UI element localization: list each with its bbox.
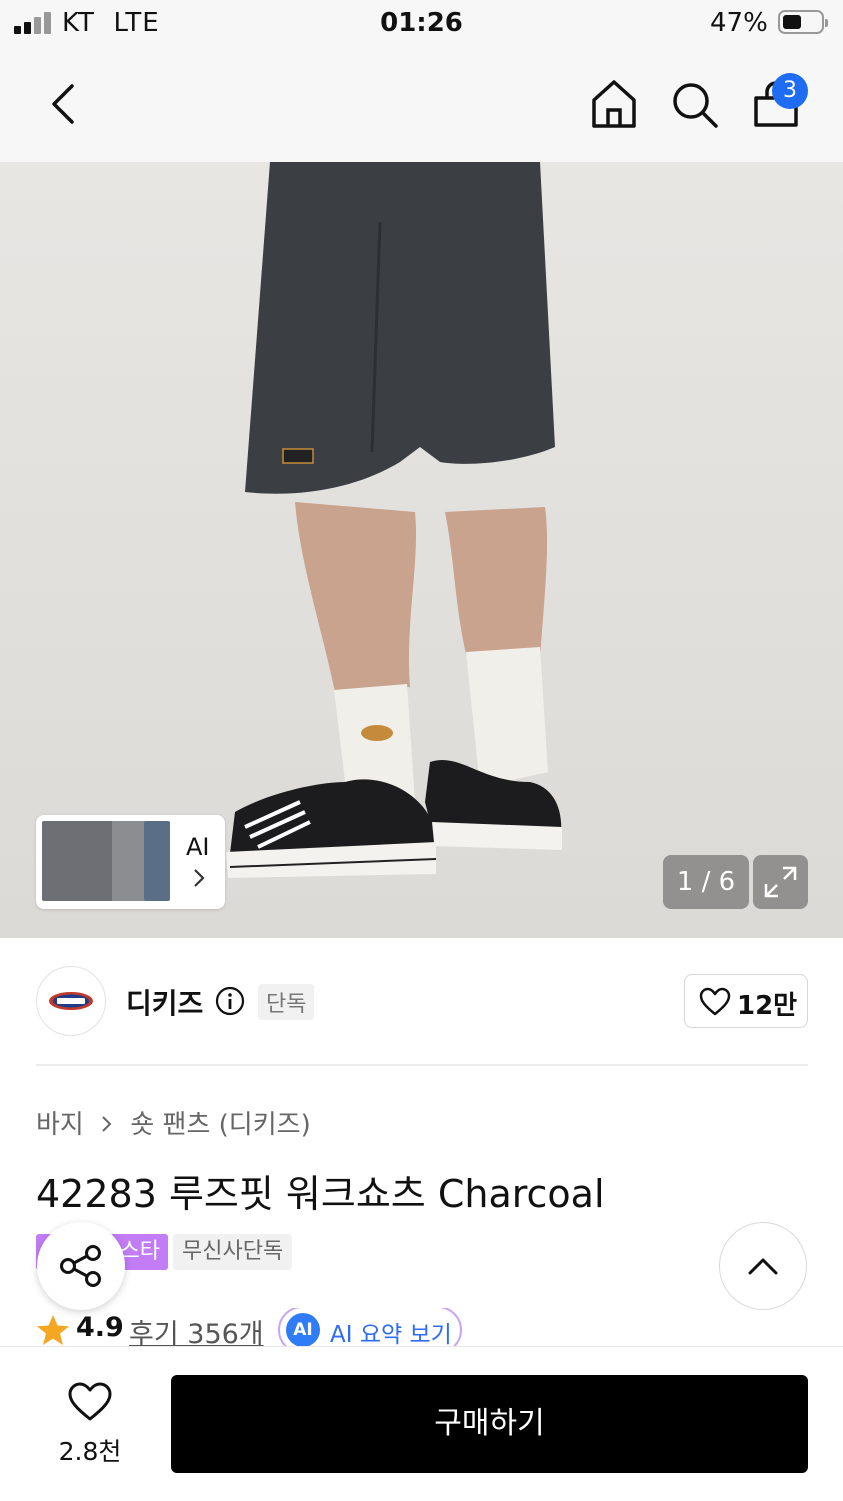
scroll-top-button[interactable] [719, 1222, 807, 1310]
share-icon [60, 1245, 101, 1287]
thumbnail-image [112, 821, 146, 901]
buy-button[interactable]: 구매하기 [171, 1375, 808, 1473]
brand-like-button[interactable]: 12만 [684, 974, 808, 1028]
exclusive-badge: 무신사단독 [173, 1234, 293, 1270]
thumbnail-strip[interactable]: AI [36, 815, 225, 909]
wishlist-heart-icon[interactable] [67, 1381, 113, 1423]
battery-percent: 47% [710, 8, 768, 38]
chevron-right-icon [194, 869, 205, 887]
expand-icon [764, 866, 797, 898]
star-icon [37, 1315, 69, 1345]
thumbnail-image [42, 821, 114, 901]
expand-button[interactable] [753, 855, 808, 909]
ai-thumb-label: AI [186, 833, 210, 861]
image-counter: 1 / 6 [663, 855, 749, 909]
home-icon[interactable] [589, 78, 639, 130]
chevron-up-icon [748, 1258, 778, 1275]
cart-badge: 3 [772, 73, 808, 109]
brand-name[interactable]: 디키즈 [126, 982, 203, 1022]
exclusive-tag: 단독 [258, 984, 315, 1020]
search-icon[interactable] [670, 80, 720, 130]
back-arrow-icon[interactable] [44, 80, 84, 128]
brand-like-count: 12만 [737, 991, 798, 1021]
status-bar: KT LTE 01:26 47% [0, 0, 843, 48]
heart-icon [699, 987, 731, 1016]
brand-logo[interactable] [36, 966, 106, 1036]
chevron-right-icon [102, 1116, 112, 1132]
info-icon[interactable] [215, 986, 245, 1016]
dickies-logo-icon [49, 992, 93, 1010]
breadcrumb-subcategory[interactable]: 숏 팬츠 (디키즈) [130, 1110, 310, 1140]
divider [36, 1064, 808, 1066]
breadcrumb-category[interactable]: 바지 [36, 1110, 84, 1140]
rating-value: 4.9 [76, 1312, 124, 1343]
wishlist-count: 2.8천 [58, 1437, 122, 1466]
share-button[interactable] [37, 1222, 125, 1310]
ai-icon: AI [286, 1313, 320, 1347]
battery-icon [778, 10, 828, 34]
product-title: 42283 루즈핏 워크쇼츠 Charcoal [36, 1172, 605, 1216]
thumbnail-image [144, 821, 170, 901]
breadcrumb: 바지 숏 팬츠 (디키즈) [36, 1104, 319, 1141]
ai-summary-label: AI 요약 보기 [330, 1322, 452, 1348]
brand-name-text: 디키즈 [126, 987, 204, 1020]
